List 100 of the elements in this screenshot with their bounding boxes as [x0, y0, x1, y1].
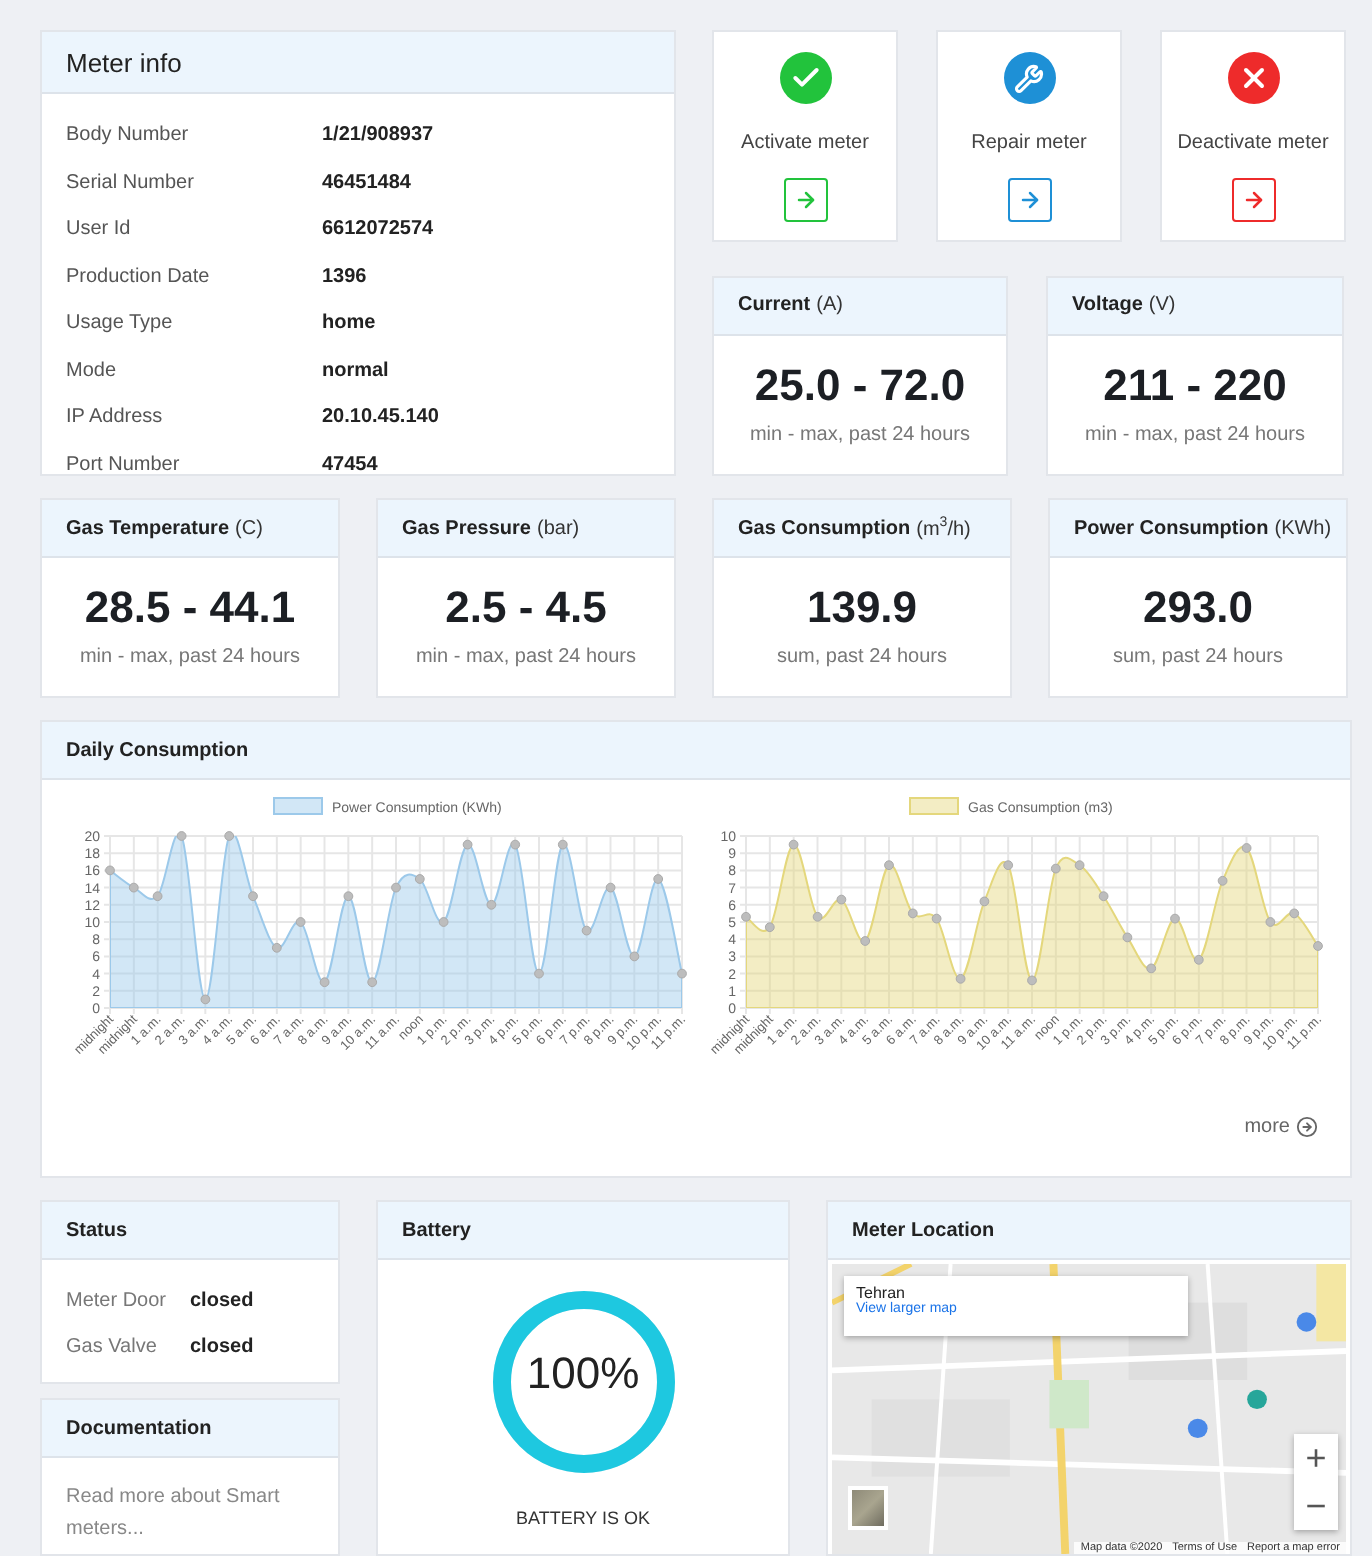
card-title: Gas Pressure [402, 517, 531, 539]
data-point [200, 994, 211, 1005]
field-label: Serial Number [66, 171, 196, 194]
stat-value: 139.9 [806, 582, 918, 634]
card-title: Status [66, 1219, 128, 1241]
stat-value: 293.0 [1142, 582, 1254, 634]
zoom-out-button[interactable]: − [1294, 1482, 1338, 1530]
unit-label: (bar) [537, 517, 580, 539]
battery-status: BATTERY IS OK [515, 1508, 651, 1528]
card-title: Current [738, 294, 811, 316]
data-point [836, 894, 847, 905]
data-point [860, 936, 871, 946]
data-point [1313, 941, 1323, 951]
data-point [955, 973, 966, 984]
field-value: 20.10.45.140 [322, 406, 441, 429]
arrow-button[interactable] [1231, 178, 1275, 222]
unit-label: (A) [816, 294, 843, 316]
data-point [176, 831, 187, 841]
arrow-button[interactable] [783, 178, 827, 222]
data-point [1265, 917, 1276, 927]
data-point [271, 942, 282, 953]
unit-label: (m$^{3}$/h) [916, 515, 971, 541]
unit-label: (KWh) [1274, 517, 1332, 539]
stat-caption: sum, past 24 hours [1112, 646, 1284, 668]
battery-percent: 100% [524, 1348, 642, 1400]
data-point [884, 860, 894, 871]
data-point [319, 977, 330, 988]
field-label: Gas Valve [66, 1336, 159, 1358]
data-point [391, 882, 401, 893]
card-title: Meter info [66, 47, 182, 77]
data-point [605, 882, 616, 893]
arrow-icon [1241, 188, 1265, 212]
data-point [581, 925, 592, 936]
data-point [1146, 963, 1157, 974]
action-label: Deactivate meter [1177, 132, 1329, 154]
data-point [1003, 860, 1014, 871]
data-point [534, 968, 544, 979]
data-point [907, 908, 918, 919]
field-label: Port Number [66, 453, 182, 476]
arrow-icon [793, 188, 817, 212]
data-point [1193, 954, 1204, 965]
documentation-text: Read more about Smart meters... [64, 1484, 282, 1544]
field-value: 1396 [322, 265, 369, 288]
stat-caption: min - max, past 24 hours [79, 646, 301, 668]
data-point [1241, 843, 1252, 853]
zoom-in-button[interactable]: + [1294, 1434, 1338, 1482]
field-label: User Id [66, 218, 133, 241]
field-value: home [322, 312, 378, 335]
data-point [224, 831, 235, 841]
field-label: Meter Door [66, 1290, 169, 1312]
data-point [1074, 860, 1085, 871]
field-value: closed [190, 1290, 254, 1312]
data-point [1289, 908, 1300, 919]
data-point [557, 839, 568, 850]
card-title: Battery [402, 1219, 471, 1241]
data-point [295, 917, 306, 927]
field-label: Usage Type [66, 312, 175, 335]
unit-label: (V) [1148, 294, 1176, 316]
data-point [931, 913, 942, 924]
data-point [1050, 863, 1061, 874]
data-point [1122, 932, 1133, 943]
field-value: 46451484 [322, 171, 413, 194]
data-point [486, 899, 497, 910]
data-point [1217, 875, 1228, 886]
card-title: Gas Consumption [738, 517, 911, 539]
card-title: Documentation [66, 1417, 212, 1439]
data-point [741, 911, 751, 922]
stat-caption: sum, past 24 hours [776, 646, 948, 668]
data-point [152, 891, 163, 902]
data-point [105, 865, 115, 876]
data-point [128, 882, 139, 893]
card-title: Voltage [1072, 294, 1143, 316]
data-point [438, 917, 449, 927]
field-value: 47454 [322, 453, 380, 476]
more-link[interactable]: more [1232, 1108, 1330, 1146]
data-point [1170, 913, 1180, 924]
card-title: Power Consumption [1074, 517, 1269, 539]
map-type-button[interactable] [848, 1486, 888, 1530]
field-value: closed [190, 1336, 254, 1358]
data-point [367, 977, 378, 988]
stat-caption: min - max, past 24 hours [749, 423, 971, 445]
field-label: IP Address [66, 406, 165, 429]
data-point [343, 891, 354, 902]
data-point [812, 911, 823, 922]
data-point [788, 839, 799, 850]
arrow-button[interactable] [1007, 178, 1051, 222]
data-point [629, 951, 640, 962]
data-point [764, 922, 775, 933]
data-point [1027, 975, 1037, 986]
stat-value: 2.5 - 4.5 [445, 582, 607, 634]
data-point [510, 839, 521, 850]
stat-value: 211 - 220 [1103, 359, 1287, 411]
field-value: 1/21/908937 [322, 124, 436, 147]
data-point [677, 968, 687, 979]
field-value: normal [322, 359, 391, 382]
data-point [462, 839, 473, 850]
unit-label: (C) [235, 517, 263, 539]
field-value: 6612072574 [322, 218, 436, 241]
field-label: Mode [66, 359, 119, 382]
stat-caption: min - max, past 24 hours [1084, 423, 1306, 445]
